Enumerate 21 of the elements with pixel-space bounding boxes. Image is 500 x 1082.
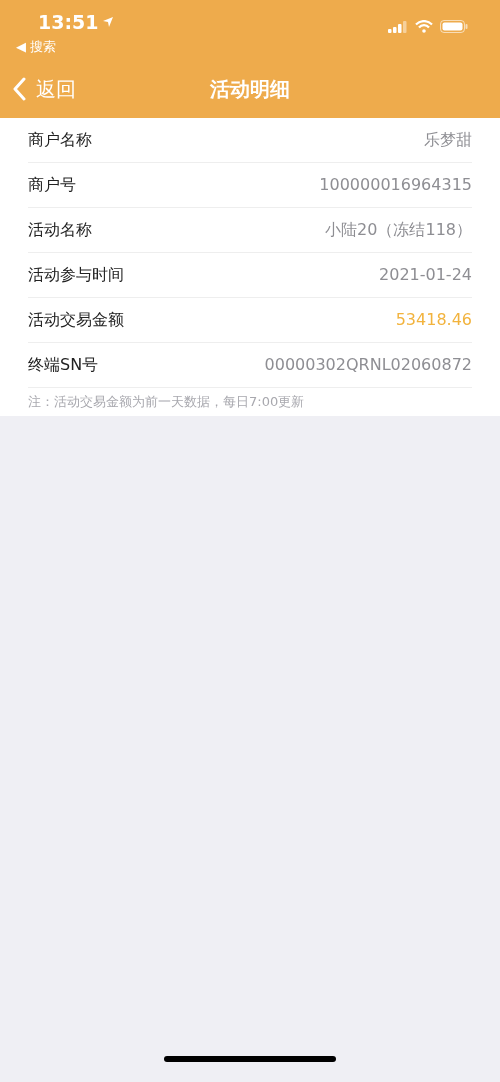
location-icon [102, 16, 115, 29]
chevron-left-icon [12, 77, 26, 101]
field-label: 商户号 [28, 174, 76, 196]
field-value: 乐梦甜 [424, 129, 472, 151]
wifi-icon [415, 20, 433, 33]
field-label: 商户名称 [28, 129, 92, 151]
field-label: 终端SN号 [28, 354, 99, 376]
field-value: 00000302QRNL02060872 [264, 354, 472, 376]
back-button[interactable]: 返回 [12, 74, 76, 104]
signal-icon [388, 20, 408, 33]
field-value: 2021-01-24 [379, 264, 472, 286]
battery-icon [440, 20, 468, 33]
field-label: 活动交易金额 [28, 309, 124, 331]
field-value: 小陆20（冻结118） [325, 219, 472, 241]
field-label: 活动参与时间 [28, 264, 124, 286]
back-to-app-link[interactable]: ◀ 搜索 [16, 36, 115, 56]
status-time: 13:51 [38, 10, 99, 35]
field-value: 100000016964315 [319, 174, 472, 196]
page-title: 活动明细 [210, 76, 290, 103]
field-value: 53418.46 [395, 309, 472, 331]
field-label: 活动名称 [28, 219, 92, 241]
